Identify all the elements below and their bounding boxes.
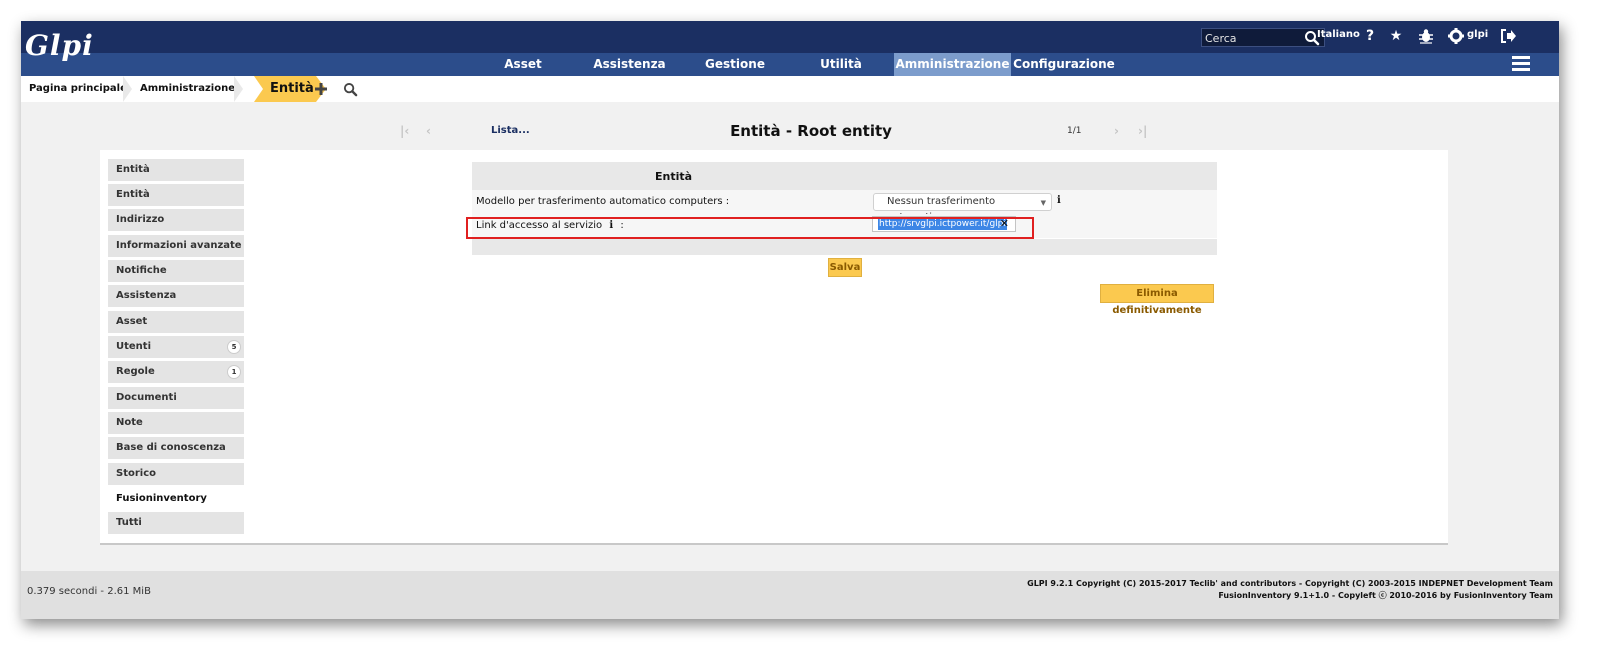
bug-icon[interactable] [1417,27,1435,45]
record-counter: 1/1 [1067,126,1082,136]
breadcrumb-notch [254,76,263,102]
info-icon[interactable]: i [1057,195,1061,206]
nav-item-amministrazione[interactable]: Amministrazione [894,53,1011,76]
tab-label: Indirizzo [116,214,165,225]
tab-asset[interactable]: Asset [108,311,244,333]
top-bar: Italiano ? ★ glpi [21,21,1559,53]
copyright-fusioninventory[interactable]: FusionInventory 9.1+1.0 - Copyleft ⓒ 201… [1218,590,1553,601]
first-record-icon[interactable]: |‹ [400,124,409,138]
page-footer: 0.379 secondi - 2.61 MiB GLPI 9.2.1 Copy… [21,571,1559,619]
breadcrumb-separator [234,76,243,102]
breadcrumb-amministrazione[interactable]: Amministrazione [140,76,235,102]
transfer-label: Modello per trasferimento automatico com… [476,196,730,207]
tab-storico[interactable]: Storico [108,463,244,485]
chevron-down-icon: ▼ [1040,199,1046,207]
tab-label: Note [116,417,143,428]
tab-label: Base di conoscenza [116,442,226,453]
page-title: Entità - Root entity [730,122,892,140]
transfer-select[interactable]: Nessun trasferimento automatico ▼ [873,193,1052,223]
search-box [1201,28,1325,47]
purge-button[interactable]: Elimina definitivamente [1100,284,1214,316]
tab-base-di-conoscenza[interactable]: Base di conoscenza [108,437,244,459]
breadcrumb-current[interactable]: Entità [254,76,316,102]
tab-label: Documenti [116,392,177,403]
breadcrumb-home[interactable]: Pagina principale [29,76,127,102]
last-record-icon[interactable]: ›| [1138,124,1147,138]
main-nav: Asset Assistenza Gestione Utilità Ammini… [21,53,1559,76]
nav-item-asset[interactable]: Asset [494,53,552,76]
nav-item-assistenza[interactable]: Assistenza [587,53,672,76]
tab-indirizzo[interactable]: Indirizzo [108,209,244,231]
tab-label: Fusioninventory [116,493,207,504]
search-input[interactable] [1205,30,1305,46]
hamburger-icon[interactable] [1512,56,1530,72]
tab-label: Tutti [116,517,142,528]
tab-tutti[interactable]: Tutti [108,512,244,534]
breadcrumb-separator [123,76,132,102]
tab-label: Entità [116,189,150,200]
copyright-glpi[interactable]: GLPI 9.2.1 Copyright (C) 2015-2017 Tecli… [1027,579,1553,588]
star-icon[interactable]: ★ [1387,27,1405,45]
timing-info: 0.379 secondi - 2.61 MiB [27,586,151,597]
tab-regole[interactable]: Regole 1 [108,361,244,383]
count-badge: 1 [227,365,241,379]
content-panel: Entità Entità Indirizzo Informazioni ava… [100,150,1448,545]
tab-label: Utenti [116,341,152,352]
nav-item-utilita[interactable]: Utilità [809,53,873,76]
save-button[interactable]: Salva [828,258,862,277]
tab-informazioni-avanzate[interactable]: Informazioni avanzate [108,235,244,257]
search-icon[interactable] [343,82,358,97]
help-icon[interactable]: ? [1361,27,1379,45]
tab-note[interactable]: Note [108,412,244,434]
next-record-icon[interactable]: › [1114,124,1119,138]
user-link[interactable]: glpi [1467,29,1488,40]
tab-label: Storico [116,468,157,479]
tab-label: Assistenza [116,290,177,301]
nav-item-configurazione[interactable]: Configurazione [1013,53,1115,76]
tab-entita[interactable]: Entità [108,159,244,181]
form-title: Entità [655,170,693,183]
form-header: Entità [472,162,1217,190]
plus-icon[interactable] [314,82,328,96]
tab-assistenza[interactable]: Assistenza [108,285,244,307]
gear-icon[interactable] [1447,27,1465,45]
tab-fusioninventory[interactable]: Fusioninventory [108,488,244,510]
tab-label: Entità [116,164,150,175]
list-link[interactable]: Lista... [491,125,530,136]
tab-entita-sub[interactable]: Entità [108,184,244,206]
tab-label: Notifiche [116,265,167,276]
glpi-logo[interactable]: Glpi [25,29,105,69]
logout-icon[interactable] [1499,27,1517,45]
tab-label: Informazioni avanzate [116,240,242,251]
app-window: Italiano ? ★ glpi Glpi Asset Assistenza … [21,21,1559,619]
previous-record-icon[interactable]: ‹ [426,124,431,138]
tab-notifiche[interactable]: Notifiche [108,260,244,282]
highlight-annotation [466,217,1034,239]
tab-documenti[interactable]: Documenti [108,387,244,409]
nav-item-gestione[interactable]: Gestione [697,53,773,76]
tab-utenti[interactable]: Utenti 5 [108,336,244,358]
tab-label: Regole [116,366,155,377]
tab-label: Asset [116,316,148,327]
count-badge: 5 [227,340,241,354]
transfer-row: Modello per trasferimento automatico com… [472,190,1217,223]
language-link[interactable]: Italiano [1317,29,1360,40]
form-footer [472,239,1217,255]
breadcrumb: Pagina principale Amministrazione Entità [21,76,1559,102]
